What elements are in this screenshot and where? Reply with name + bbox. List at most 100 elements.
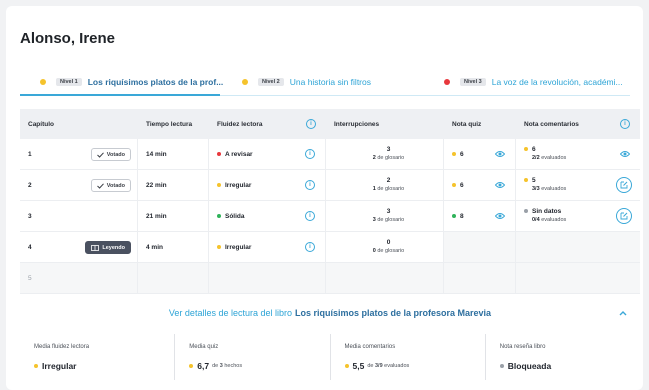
chapter-cell: 5	[20, 263, 138, 293]
details-prefix: Ver detalles de lectura del libro	[168, 308, 292, 318]
summary-label: Media comentarios	[344, 344, 396, 350]
header-interruptions: Interrupciones	[334, 120, 380, 128]
quiz-cell	[444, 232, 516, 262]
book-icon	[91, 244, 100, 251]
comments-cell	[516, 232, 640, 262]
details-book-title: Los riquísimos platos de la profesora Ma…	[295, 308, 492, 318]
summary-value: 5,5	[352, 361, 365, 371]
interruptions-cell: 2 1 de glosario	[326, 170, 444, 200]
header-fluency-label: Fluidez lectora	[217, 120, 263, 128]
comments-cell: Sin datos 0/4 evaluados	[516, 201, 640, 231]
glossary-label: de glosario	[377, 217, 405, 223]
chapter-cell: 3	[20, 201, 138, 231]
info-icon[interactable]: i	[305, 242, 315, 252]
glossary-count: 1	[372, 186, 376, 192]
info-icon[interactable]: i	[305, 211, 315, 221]
status-dot	[189, 364, 194, 368]
chevron-up-icon[interactable]	[618, 308, 628, 318]
reading-summary: Media fluidez lectora Irregular Media qu…	[20, 334, 640, 380]
eye-icon[interactable]	[495, 150, 505, 158]
tab-dot	[40, 79, 46, 85]
status-dot	[524, 178, 528, 183]
quiz-cell: 6	[444, 170, 516, 200]
header-quiz: Nota quiz	[452, 120, 482, 128]
interruptions-cell: 3 2 de glosario	[326, 139, 444, 169]
fluency-cell: Sólida i	[209, 201, 326, 231]
tab-title: Los riquísimos platos de la prof...	[87, 77, 224, 87]
interruptions-count: 3	[386, 208, 391, 215]
glossary-count: 2	[372, 155, 376, 161]
summary-label: Media quiz	[189, 344, 219, 350]
summary-value: 6,7	[197, 361, 210, 371]
tab-dot	[242, 79, 248, 85]
summary-review: Nota reseña libro Bloqueada	[486, 334, 640, 380]
reading-time: 22 min	[138, 170, 209, 200]
chapter-cell: 4 Leyendo	[20, 232, 138, 262]
quiz-cell: 6	[444, 139, 516, 169]
voted-badge: Votado	[90, 179, 131, 192]
status-label: Leyendo	[102, 244, 125, 251]
evaluated-label: evaluados	[541, 186, 567, 192]
check-icon	[96, 151, 104, 158]
book-details-toggle[interactable]: Ver detalles de lectura del libro Los ri…	[20, 302, 640, 324]
tab-title: Una historia sin filtros	[289, 77, 371, 87]
edit-comment-button[interactable]	[616, 177, 632, 193]
chapter-number: 2	[28, 181, 32, 189]
level-badge: Nivel 1	[56, 78, 82, 86]
info-icon[interactable]: i	[305, 149, 315, 159]
quiz-score: 8	[460, 212, 464, 220]
student-report-card: Alonso, Irene Nivel 1 Los riquísimos pla…	[6, 6, 643, 390]
summary-extra-num: 3	[219, 363, 223, 369]
chapter-cell: 2 Votado	[20, 170, 138, 200]
tab-level-2[interactable]: Nivel 2 Una historia sin filtros	[242, 69, 371, 95]
edit-comment-button[interactable]	[616, 208, 632, 224]
quiz-score: 6	[460, 181, 464, 189]
summary-label: Nota reseña libro	[499, 344, 546, 350]
summary-comments: Media comentarios 5,5 de 3/9 evaluados	[331, 334, 486, 380]
chapter-number: 3	[28, 212, 32, 220]
chapter-cell: 1 Votado	[20, 139, 138, 169]
summary-fluency: Media fluidez lectora Irregular	[20, 334, 176, 380]
table-row: 4 Leyendo 4 min Irregular i 0 0 de glosa…	[20, 232, 640, 263]
glossary-label: de glosario	[377, 248, 405, 254]
info-icon[interactable]: i	[305, 180, 315, 190]
header-chapter: Capítulo	[28, 120, 54, 128]
level-badge: Nivel 2	[258, 78, 284, 86]
table-header: Capítulo Tiempo lectura Fluidez lectora …	[20, 109, 640, 139]
chapter-number: 1	[28, 150, 32, 158]
eye-icon[interactable]	[620, 150, 630, 158]
quiz-score: 6	[460, 150, 464, 158]
evaluated-count: 2/2	[532, 155, 540, 161]
evaluated-count: 3/3	[532, 186, 540, 192]
evaluated-label: evaluados	[541, 217, 567, 223]
summary-extra-num: 3/9	[374, 363, 383, 369]
eye-icon[interactable]	[495, 181, 505, 189]
book-tabs: Nivel 1 Los riquísimos platos de la prof…	[20, 69, 630, 97]
status-dot	[217, 152, 221, 156]
interruptions-count: 2	[386, 177, 391, 184]
tab-level-3[interactable]: Nivel 3 La voz de la revolución, académi…	[444, 69, 623, 95]
summary-extra-pre: de	[212, 363, 219, 369]
header-reading-time: Tiempo lectura	[146, 120, 193, 128]
info-icon[interactable]: i	[620, 119, 630, 129]
level-badge: Nivel 3	[460, 78, 486, 86]
header-comments: Nota comentarios i	[516, 109, 640, 139]
interruptions-count: 3	[386, 146, 391, 153]
summary-extra-pre: de	[367, 363, 374, 369]
edit-icon	[620, 181, 628, 189]
summary-value: Irregular	[42, 361, 77, 371]
table-row: 2 Votado 22 min Irregular i 2 1 de glosa…	[20, 170, 640, 201]
comments-score: Sin datos	[532, 208, 562, 215]
voted-badge: Votado	[90, 148, 131, 161]
reading-badge: Leyendo	[85, 241, 131, 254]
info-icon[interactable]: i	[306, 119, 316, 129]
eye-icon[interactable]	[495, 212, 505, 220]
table-row: 5	[20, 263, 640, 294]
tab-level-1[interactable]: Nivel 1 Los riquísimos platos de la prof…	[40, 69, 223, 95]
status-dot	[499, 364, 504, 368]
glossary-count: 0	[372, 248, 376, 254]
fluency-value: Irregular	[225, 181, 252, 189]
chapter-number: 4	[28, 243, 32, 251]
header-comments-label: Nota comentarios	[524, 120, 579, 128]
interruptions-count: 0	[386, 239, 391, 246]
